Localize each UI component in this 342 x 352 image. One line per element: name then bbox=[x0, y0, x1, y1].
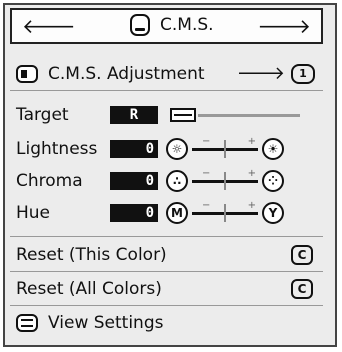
arrow-left-icon[interactable]: 🡐 bbox=[22, 16, 76, 36]
chroma-low-icon: ∴ bbox=[166, 170, 188, 192]
reset-this-color-item[interactable]: Reset (This Color) C bbox=[10, 239, 323, 270]
lightness-label: Lightness bbox=[16, 139, 98, 159]
chroma-high-icon: ⁘ bbox=[262, 170, 284, 192]
reset-this-button-icon: C bbox=[291, 244, 313, 265]
menu-title: C.M.S. bbox=[130, 14, 214, 36]
target-slider-track bbox=[198, 114, 300, 117]
minus-mark: − bbox=[202, 200, 211, 211]
cms-adjustment-item[interactable]: C.M.S. Adjustment 🡒 1 bbox=[10, 57, 323, 91]
page-badge: 1 bbox=[291, 63, 315, 84]
arrow-right-icon[interactable]: 🡒 bbox=[257, 16, 311, 36]
magenta-icon: M bbox=[166, 202, 188, 224]
lightness-slider[interactable]: − + bbox=[192, 136, 258, 160]
yellow-icon: Y bbox=[262, 202, 284, 224]
menu-title-bar: 🡐 C.M.S. 🡒 bbox=[10, 8, 323, 44]
minus-mark: − bbox=[202, 136, 211, 147]
view-settings-item[interactable]: View Settings bbox=[10, 306, 323, 340]
adjustment-icon bbox=[16, 64, 38, 83]
chroma-row[interactable]: Chroma 0 ∴ − + ⁘ bbox=[10, 166, 323, 196]
chroma-slider[interactable]: − + bbox=[192, 168, 258, 192]
reset-all-colors-label: Reset (All Colors) bbox=[16, 278, 162, 299]
reset-all-colors-item[interactable]: Reset (All Colors) C bbox=[10, 273, 323, 304]
slider-center-mark bbox=[224, 204, 226, 222]
menu-title-text: C.M.S. bbox=[160, 15, 214, 35]
plus-mark: + bbox=[247, 168, 256, 179]
minus-mark: − bbox=[202, 168, 211, 179]
reset-all-button-icon: C bbox=[291, 278, 313, 299]
view-settings-label: View Settings bbox=[48, 313, 164, 333]
cms-adjustment-label: C.M.S. Adjustment bbox=[48, 63, 205, 84]
view-settings-icon bbox=[16, 314, 38, 332]
hue-label: Hue bbox=[16, 203, 51, 223]
sun-bright-icon: ☀ bbox=[262, 138, 284, 160]
lightness-value[interactable]: 0 bbox=[110, 140, 158, 158]
slider-center-mark bbox=[224, 172, 226, 190]
hue-slider[interactable]: − + bbox=[192, 200, 258, 224]
plus-mark: + bbox=[247, 136, 256, 147]
target-value[interactable]: R bbox=[110, 106, 158, 124]
slider-center-mark bbox=[224, 140, 226, 158]
enter-arrow-icon: 🡒 bbox=[236, 63, 285, 84]
chroma-label: Chroma bbox=[16, 171, 83, 191]
target-label: Target bbox=[16, 105, 69, 125]
chroma-value[interactable]: 0 bbox=[110, 172, 158, 190]
target-selector[interactable] bbox=[170, 108, 300, 122]
cms-icon bbox=[130, 14, 150, 36]
divider bbox=[10, 236, 323, 237]
sun-dim-icon: ☼ bbox=[166, 138, 188, 160]
divider bbox=[10, 271, 323, 272]
lightness-row[interactable]: Lightness 0 ☼ − + ☀ bbox=[10, 134, 323, 164]
plus-mark: + bbox=[247, 200, 256, 211]
reset-this-color-label: Reset (This Color) bbox=[16, 244, 167, 265]
hue-row[interactable]: Hue 0 M − + Y bbox=[10, 198, 323, 228]
hue-value[interactable]: 0 bbox=[110, 204, 158, 222]
target-row[interactable]: Target R bbox=[10, 100, 323, 130]
target-slider-knob[interactable] bbox=[170, 108, 196, 122]
